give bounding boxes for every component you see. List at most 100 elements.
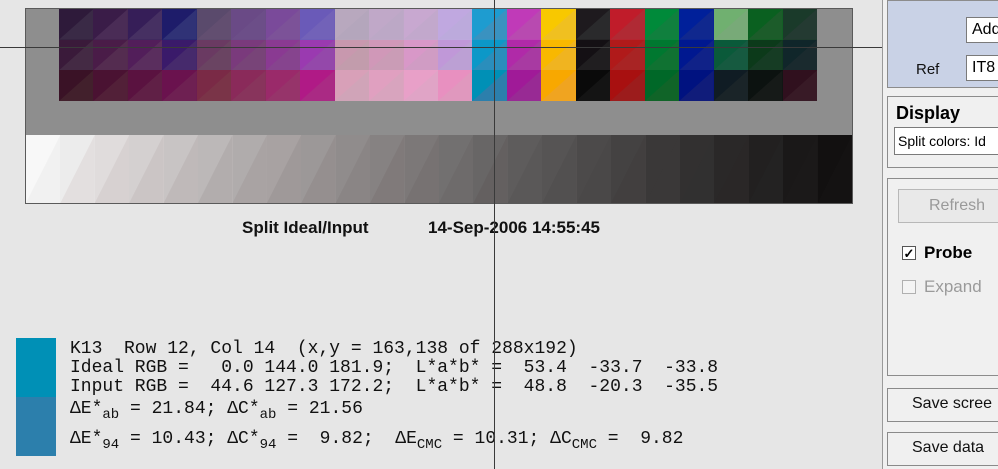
color-patch[interactable] xyxy=(679,9,714,40)
expand-checkbox[interactable] xyxy=(902,280,916,294)
color-patch[interactable] xyxy=(644,39,680,71)
color-patch[interactable] xyxy=(127,9,163,40)
color-patch[interactable] xyxy=(610,39,645,71)
gray-patch[interactable] xyxy=(198,135,233,203)
color-patch[interactable] xyxy=(93,39,128,71)
gray-patch[interactable] xyxy=(129,135,164,203)
color-patch[interactable] xyxy=(231,70,266,101)
color-patch[interactable] xyxy=(93,9,128,40)
color-patch[interactable] xyxy=(748,39,783,71)
color-patch[interactable] xyxy=(541,39,576,71)
color-patch[interactable] xyxy=(748,9,783,40)
color-patch[interactable] xyxy=(782,9,817,40)
color-patch[interactable] xyxy=(334,39,370,71)
color-patch[interactable] xyxy=(334,9,370,40)
gray-patch[interactable] xyxy=(714,135,749,203)
color-patch[interactable] xyxy=(231,9,266,40)
display-mode-select[interactable]: Split colors: Id xyxy=(894,127,998,155)
gray-patch[interactable] xyxy=(163,135,199,203)
color-patch[interactable] xyxy=(59,70,94,101)
probe-checkbox-row[interactable]: ✓ Probe xyxy=(902,243,972,263)
gray-patch[interactable] xyxy=(783,135,818,203)
color-patch[interactable] xyxy=(265,70,301,101)
gray-patch[interactable] xyxy=(679,135,715,203)
input-file-field[interactable]: Add xyxy=(966,17,998,43)
color-patch[interactable] xyxy=(300,70,335,101)
color-patch[interactable] xyxy=(782,70,817,101)
color-patch[interactable] xyxy=(369,39,404,71)
gray-patch[interactable] xyxy=(60,135,95,203)
gray-patch[interactable] xyxy=(301,135,336,203)
expand-checkbox-row[interactable]: Expand xyxy=(902,277,982,297)
color-patch[interactable] xyxy=(162,39,197,71)
color-patch[interactable] xyxy=(334,70,370,101)
gray-patch[interactable] xyxy=(542,135,577,203)
gray-patch[interactable] xyxy=(817,135,852,203)
color-patch[interactable] xyxy=(713,70,749,101)
color-patch[interactable] xyxy=(162,70,197,101)
color-patch[interactable] xyxy=(541,9,576,40)
color-patch[interactable] xyxy=(300,9,335,40)
color-patch[interactable] xyxy=(679,70,714,101)
color-patch[interactable] xyxy=(196,70,232,101)
save-data-button[interactable]: Save data xyxy=(887,432,998,466)
color-patch[interactable] xyxy=(541,70,576,101)
color-patch[interactable] xyxy=(300,39,335,71)
gray-patch[interactable] xyxy=(404,135,439,203)
gray-patch[interactable] xyxy=(611,135,646,203)
it8-target-image[interactable] xyxy=(25,8,853,204)
gray-patch[interactable] xyxy=(370,135,405,203)
color-patch[interactable] xyxy=(162,9,197,40)
color-patch[interactable] xyxy=(437,70,473,101)
color-patch[interactable] xyxy=(127,70,163,101)
probe-checkbox[interactable]: ✓ xyxy=(902,246,916,260)
color-patch[interactable] xyxy=(59,39,94,71)
gray-patch[interactable] xyxy=(576,135,612,203)
color-patch[interactable] xyxy=(610,70,645,101)
color-patch[interactable] xyxy=(437,39,473,71)
color-patch[interactable] xyxy=(644,9,680,40)
color-patch[interactable] xyxy=(472,70,507,101)
color-patch[interactable] xyxy=(713,39,749,71)
ref-file-field[interactable]: IT8 xyxy=(966,55,998,81)
color-patch[interactable] xyxy=(575,70,611,101)
color-patch[interactable] xyxy=(265,39,301,71)
gray-patch[interactable] xyxy=(748,135,784,203)
color-patch[interactable] xyxy=(59,9,94,40)
color-patch[interactable] xyxy=(610,9,645,40)
color-patch[interactable] xyxy=(127,39,163,71)
color-patch[interactable] xyxy=(403,70,438,101)
save-screen-button[interactable]: Save scree xyxy=(887,388,998,422)
color-patch[interactable] xyxy=(748,70,783,101)
color-patch[interactable] xyxy=(679,39,714,71)
color-patch[interactable] xyxy=(93,70,128,101)
gray-patch[interactable] xyxy=(507,135,543,203)
refresh-button[interactable]: Refresh xyxy=(898,189,998,223)
color-patch[interactable] xyxy=(472,9,507,40)
gray-patch[interactable] xyxy=(645,135,680,203)
color-patch[interactable] xyxy=(575,39,611,71)
color-patch[interactable] xyxy=(437,9,473,40)
color-patch[interactable] xyxy=(265,9,301,40)
color-patch[interactable] xyxy=(369,70,404,101)
gray-patch[interactable] xyxy=(232,135,267,203)
color-patch[interactable] xyxy=(575,9,611,40)
gray-patch[interactable] xyxy=(94,135,130,203)
gray-patch[interactable] xyxy=(266,135,302,203)
color-patch[interactable] xyxy=(369,9,404,40)
color-patch[interactable] xyxy=(506,70,542,101)
color-patch[interactable] xyxy=(472,39,507,71)
color-patch[interactable] xyxy=(644,70,680,101)
color-patch[interactable] xyxy=(231,39,266,71)
color-patch[interactable] xyxy=(506,9,542,40)
color-patch[interactable] xyxy=(403,39,438,71)
gray-patch[interactable] xyxy=(473,135,508,203)
color-patch[interactable] xyxy=(196,39,232,71)
color-patch[interactable] xyxy=(782,39,817,71)
color-patch[interactable] xyxy=(713,9,749,40)
color-patch[interactable] xyxy=(403,9,438,40)
gray-patch[interactable] xyxy=(335,135,371,203)
gray-patch[interactable] xyxy=(26,135,61,203)
color-patch[interactable] xyxy=(506,39,542,71)
gray-patch[interactable] xyxy=(439,135,474,203)
